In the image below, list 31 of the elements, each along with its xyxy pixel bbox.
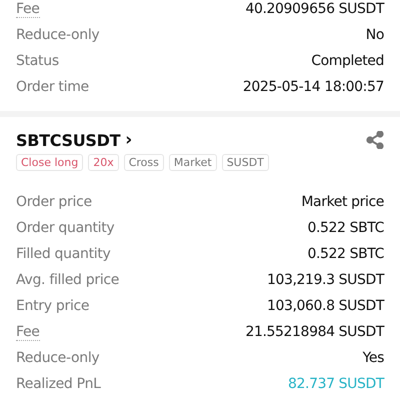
row-label: Order quantity [16, 220, 114, 236]
row-label: Avg. filled price [16, 272, 120, 288]
row-label[interactable]: Fee [16, 324, 40, 340]
row-value: 103,219.3 SUSDT [266, 272, 384, 288]
row-label[interactable]: Fee [16, 0, 40, 18]
symbol-link[interactable]: SBTCSUSDT › [16, 130, 132, 150]
order-tag: SUSDT [222, 154, 269, 171]
row-value: 40.20909656 SUSDT [245, 1, 384, 17]
row-label: Filled quantity [16, 246, 111, 262]
row-value: 103,060.8 SUSDT [266, 298, 384, 314]
row-label: Order price [16, 194, 92, 210]
row-label: Entry price [16, 298, 90, 314]
order-tag: Close long [16, 154, 84, 171]
order-tag: 20x [88, 154, 119, 171]
order-tag: Cross [124, 154, 164, 171]
row-value: Yes [362, 350, 384, 366]
row-label: Order time [16, 79, 89, 95]
row-value: 82.737 SUSDT [288, 376, 384, 392]
row-value: No [366, 27, 384, 43]
row-label: Realized PnL [16, 376, 101, 392]
row-value: 0.522 SBTC [307, 220, 384, 236]
row-value: 21.55218984 SUSDT [245, 324, 384, 340]
order-tag: Market [168, 154, 217, 171]
row-value: Market price [301, 194, 384, 210]
row-value: Completed [311, 53, 384, 69]
row-value: 0.522 SBTC [307, 246, 384, 262]
row-label: Reduce-only [16, 27, 100, 43]
row-label: Reduce-only [16, 350, 100, 366]
share-icon[interactable] [366, 131, 384, 149]
row-label: Status [16, 53, 59, 69]
row-value: 2025-05-14 18:00:57 [242, 79, 384, 95]
